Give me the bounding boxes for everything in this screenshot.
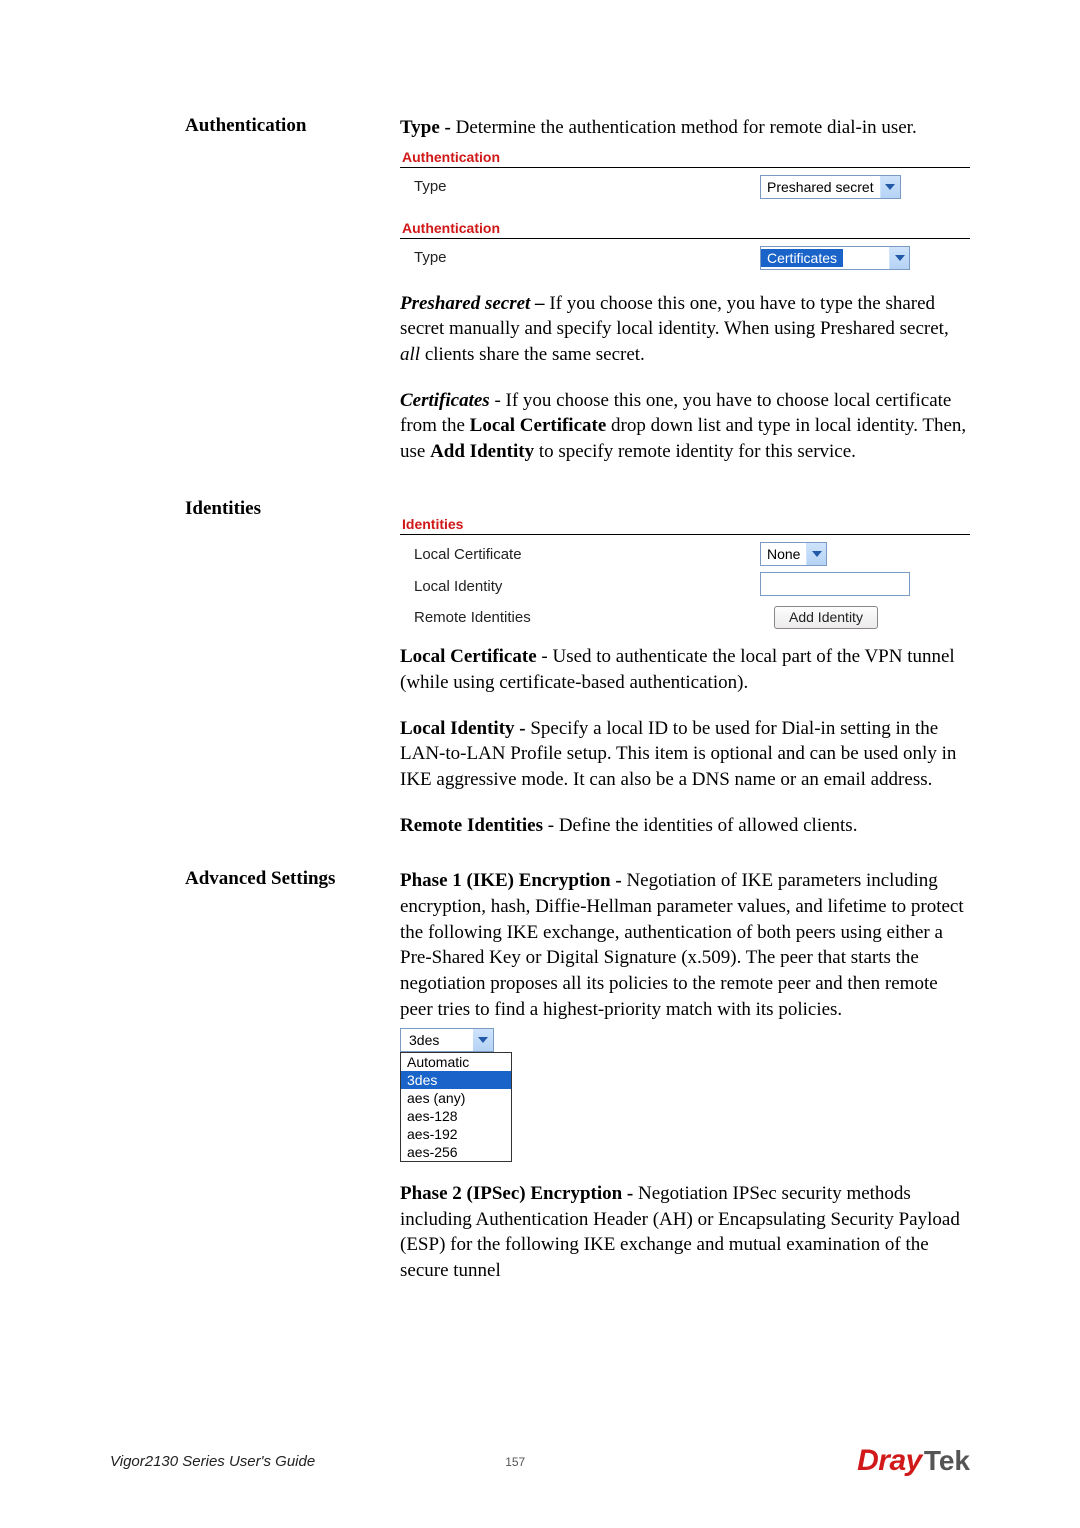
encryption-option[interactable]: Automatic — [401, 1053, 511, 1071]
auth-type-intro: Type - Determine the authentication meth… — [400, 115, 970, 141]
phase1-body: Negotiation of IKE parameters including … — [400, 870, 964, 1019]
section-label-identities: Identities — [185, 498, 400, 858]
ui-row-type1: Type Preshared secret — [400, 172, 970, 202]
divider — [400, 167, 970, 168]
remote-identities-paragraph: Remote Identities - Define the identitie… — [400, 813, 970, 839]
ui-label-type1: Type — [400, 178, 760, 195]
preshared-body-b: all — [400, 344, 420, 365]
add-identity-button[interactable]: Add Identity — [774, 606, 878, 629]
section-label-authentication: Authentication — [185, 115, 400, 484]
section-content-identities: Identities Local Certificate None Local … — [400, 498, 970, 858]
chevron-down-icon — [889, 247, 909, 269]
certificates-body-b: Local Certificate — [470, 415, 607, 436]
chevron-down-icon — [473, 1029, 493, 1051]
local-identity-paragraph: Local Identity - Specify a local ID to b… — [400, 716, 970, 793]
type-select-preshared[interactable]: Preshared secret — [760, 175, 901, 199]
encryption-select[interactable]: 3des — [400, 1028, 494, 1052]
section-advanced: Advanced Settings Phase 1 (IKE) Encrypti… — [185, 868, 970, 1303]
section-identities: Identities Identities Local Certificate … — [185, 498, 970, 858]
local-cert-select[interactable]: None — [760, 542, 827, 566]
type-select-certificates[interactable]: Certificates — [760, 246, 910, 270]
section-authentication: Authentication Type - Determine the auth… — [185, 115, 970, 484]
auth-ui-certificates: Authentication Type Certificates — [400, 216, 970, 273]
type-select-value2: Certificates — [761, 249, 843, 267]
encryption-select-value: 3des — [401, 1032, 473, 1048]
ui-label-local-identity: Local Identity — [400, 578, 760, 595]
page-footer: Vigor2130 Series User's Guide 157 Dray T… — [110, 1444, 970, 1478]
auth-type-label: Type - — [400, 117, 456, 138]
ui-header-auth2: Authentication — [400, 216, 970, 238]
encryption-option[interactable]: aes-256 — [401, 1143, 511, 1161]
encryption-option[interactable]: aes-128 — [401, 1107, 511, 1125]
certificates-body-e: to specify remote identity for this serv… — [534, 441, 856, 462]
encryption-option[interactable]: 3des — [401, 1071, 511, 1089]
identities-ui: Identities Local Certificate None Local … — [400, 512, 970, 632]
section-content-advanced: Phase 1 (IKE) Encryption - Negotiation o… — [400, 868, 970, 1303]
footer-page-number: 157 — [505, 1455, 525, 1469]
divider — [400, 534, 970, 535]
phase2-paragraph: Phase 2 (IPSec) Encryption - Negotiation… — [400, 1181, 970, 1284]
footer-guide: Vigor2130 Series User's Guide — [110, 1453, 315, 1470]
ui-row-local-identity: Local Identity — [400, 569, 970, 603]
ui-row-remote-identities: Remote Identities Add Identity — [400, 603, 970, 632]
certificates-body-d: Add Identity — [430, 441, 534, 462]
preshared-title: Preshared secret – — [400, 293, 549, 314]
local-cert-value: None — [761, 546, 806, 562]
ui-label-remote-identities: Remote Identities — [400, 609, 760, 626]
ui-label-local-cert: Local Certificate — [400, 546, 760, 563]
ui-header-identities: Identities — [400, 512, 970, 534]
preshared-body-c: clients share the same secret. — [420, 344, 645, 365]
encryption-options-list: Automatic 3des aes (any) aes-128 aes-192… — [400, 1052, 512, 1162]
chevron-down-icon — [806, 543, 826, 565]
ui-header-auth1: Authentication — [400, 145, 970, 167]
local-cert-paragraph: Local Certificate - Used to authenticate… — [400, 644, 970, 695]
section-label-advanced: Advanced Settings — [185, 868, 400, 1303]
chevron-down-icon — [880, 176, 900, 198]
ui-row-local-cert: Local Certificate None — [400, 539, 970, 569]
phase1-paragraph: Phase 1 (IKE) Encryption - Negotiation o… — [400, 868, 970, 1022]
logo-tek: Tek — [924, 1445, 970, 1477]
ui-row-type2: Type Certificates — [400, 243, 970, 273]
auth-ui-preshared: Authentication Type Preshared secret — [400, 145, 970, 202]
local-cert-title: Local Certificate — [400, 646, 537, 667]
certificates-title: Certificates — [400, 390, 490, 411]
draytek-logo: Dray Tek — [857, 1444, 970, 1478]
encryption-option[interactable]: aes (any) — [401, 1089, 511, 1107]
logo-dray: Dray — [857, 1444, 922, 1478]
phase1-title: Phase 1 (IKE) Encryption - — [400, 870, 626, 891]
ui-label-type2: Type — [400, 249, 760, 266]
local-identity-input[interactable] — [760, 572, 910, 596]
local-identity-title: Local Identity - — [400, 718, 530, 739]
section-content-authentication: Type - Determine the authentication meth… — [400, 115, 970, 484]
remote-identities-title: Remote Identities — [400, 815, 543, 836]
encryption-option[interactable]: aes-192 — [401, 1125, 511, 1143]
certificates-paragraph: Certificates - If you choose this one, y… — [400, 388, 970, 465]
type-select-value1: Preshared secret — [761, 179, 880, 195]
encryption-dropdown-open: 3des Automatic 3des aes (any) aes-128 ae… — [400, 1028, 512, 1162]
auth-type-text: Determine the authentication method for … — [456, 117, 917, 138]
divider — [400, 238, 970, 239]
phase2-title: Phase 2 (IPSec) Encryption - — [400, 1183, 638, 1204]
remote-identities-body: - Define the identities of allowed clien… — [543, 815, 857, 836]
preshared-paragraph: Preshared secret – If you choose this on… — [400, 291, 970, 368]
